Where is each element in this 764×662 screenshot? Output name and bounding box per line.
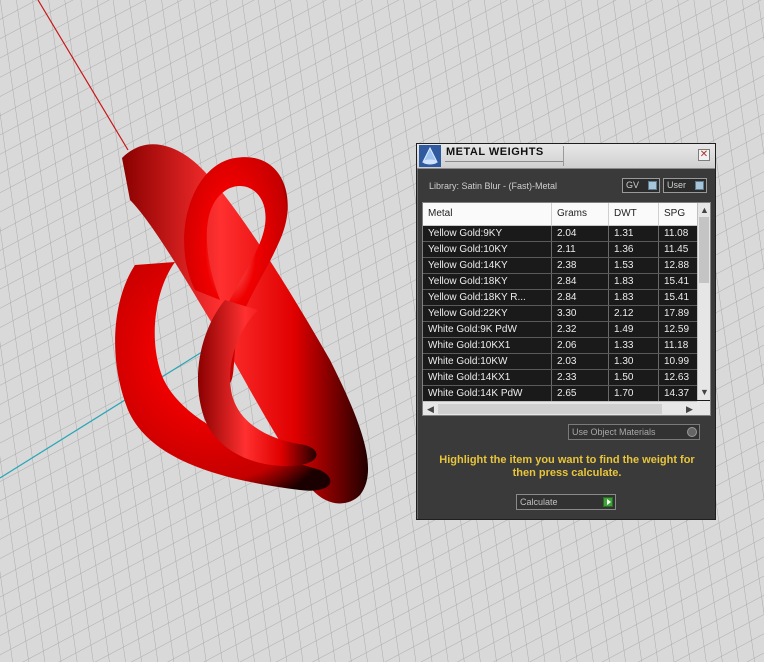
metal-weights-app-icon bbox=[419, 145, 441, 167]
play-arrow-icon bbox=[603, 497, 613, 507]
table-header: Metal Grams DWT SPG bbox=[423, 203, 697, 226]
calculate-button[interactable]: Calculate bbox=[516, 494, 616, 510]
grams-cell: 2.32 bbox=[552, 322, 609, 337]
table-row[interactable]: White Gold:14K PdW 2.65 1.70 14.37 bbox=[423, 386, 697, 402]
chevron-up-icon[interactable]: ▲ bbox=[698, 204, 710, 216]
metal-cell: Yellow Gold:18KY bbox=[423, 274, 552, 289]
grams-cell: 2.65 bbox=[552, 386, 609, 401]
table-row[interactable]: White Gold:10KX1 2.06 1.33 11.18 bbox=[423, 338, 697, 354]
horizontal-scrollbar[interactable]: ◀ ▶ bbox=[423, 401, 697, 415]
instruction-text: Highlight the item you want to find the … bbox=[439, 454, 695, 479]
close-icon[interactable]: ✕ bbox=[698, 149, 710, 161]
table-row[interactable]: White Gold:14KX1 2.33 1.50 12.63 bbox=[423, 370, 697, 386]
table-row[interactable]: White Gold:9K PdW 2.32 1.49 12.59 bbox=[423, 322, 697, 338]
vertical-scrollbar[interactable]: ▲ ▼ bbox=[697, 203, 710, 400]
table-row[interactable]: Yellow Gold:18KY R... 2.84 1.83 15.41 bbox=[423, 290, 697, 306]
grams-cell: 2.04 bbox=[552, 226, 609, 241]
metal-cell: Yellow Gold:18KY R... bbox=[423, 290, 552, 305]
spg-cell: 11.08 bbox=[664, 228, 689, 239]
metal-cell: White Gold:10KX1 bbox=[423, 338, 552, 353]
dialog-title: METAL WEIGHTS bbox=[446, 146, 544, 158]
metal-cell: White Gold:14K PdW bbox=[423, 386, 552, 401]
metal-cell: Yellow Gold:22KY bbox=[423, 306, 552, 321]
gv-toggle-label: GV bbox=[626, 180, 640, 190]
spg-cell: 12.63 bbox=[664, 372, 690, 383]
user-toggle[interactable]: User bbox=[663, 178, 707, 193]
column-header-spg[interactable]: SPG bbox=[659, 203, 699, 225]
spg-cell: 11.18 bbox=[664, 340, 689, 351]
metal-cell: White Gold:9K PdW bbox=[423, 322, 552, 337]
calculate-label: Calculate bbox=[520, 497, 558, 507]
table-row[interactable]: White Gold:10KW 2.03 1.30 10.99 bbox=[423, 354, 697, 370]
gv-toggle[interactable]: GV bbox=[622, 178, 660, 193]
title-divider bbox=[563, 146, 564, 166]
grams-cell: 2.33 bbox=[552, 370, 609, 385]
spg-cell: 17.89 bbox=[664, 308, 690, 319]
column-header-dwt[interactable]: DWT bbox=[609, 203, 659, 225]
toggle-indicator-icon bbox=[648, 181, 657, 190]
use-object-materials-option[interactable]: Use Object Materials bbox=[568, 424, 700, 440]
dwt-cell: 1.50 bbox=[609, 370, 659, 385]
chevron-left-icon[interactable]: ◀ bbox=[424, 403, 437, 415]
library-label: Library: Satin Blur - (Fast)-Metal bbox=[429, 181, 558, 191]
grams-cell: 2.84 bbox=[552, 290, 609, 305]
dwt-cell: 2.12 bbox=[609, 306, 659, 321]
table-row[interactable]: Yellow Gold:18KY 2.84 1.83 15.41 bbox=[423, 274, 697, 290]
dwt-cell: 1.30 bbox=[609, 354, 659, 369]
metal-cell: Yellow Gold:9KY bbox=[423, 226, 552, 241]
chevron-right-icon[interactable]: ▶ bbox=[683, 403, 696, 415]
chevron-down-icon[interactable]: ▼ bbox=[698, 386, 710, 398]
scroll-corner bbox=[697, 401, 710, 415]
metal-cell: Yellow Gold:10KY bbox=[423, 242, 552, 257]
dwt-cell: 1.33 bbox=[609, 338, 659, 353]
spg-cell: 14.37 bbox=[664, 388, 690, 399]
spg-cell: 15.41 bbox=[664, 276, 690, 287]
grams-cell: 2.84 bbox=[552, 274, 609, 289]
use-object-materials-label: Use Object Materials bbox=[572, 427, 656, 437]
user-toggle-label: User bbox=[667, 180, 687, 190]
spg-cell: 10.99 bbox=[664, 356, 690, 367]
metal-weights-dialog: METAL WEIGHTS ✕ Library: Satin Blur - (F… bbox=[416, 143, 716, 520]
table-row[interactable]: Yellow Gold:10KY 2.11 1.36 11.45 bbox=[423, 242, 697, 258]
dwt-cell: 1.83 bbox=[609, 274, 659, 289]
grams-cell: 2.03 bbox=[552, 354, 609, 369]
grams-cell: 3.30 bbox=[552, 306, 609, 321]
table-row[interactable]: Yellow Gold:22KY 3.30 2.12 17.89 bbox=[423, 306, 697, 322]
horizontal-scroll-thumb[interactable] bbox=[438, 404, 662, 414]
dwt-cell: 1.83 bbox=[609, 290, 659, 305]
dwt-cell: 1.31 bbox=[609, 226, 659, 241]
dwt-cell: 1.53 bbox=[609, 258, 659, 273]
vertical-scroll-thumb[interactable] bbox=[699, 217, 709, 283]
dwt-cell: 1.70 bbox=[609, 386, 659, 401]
metal-cell: Yellow Gold:14KY bbox=[423, 258, 552, 273]
title-underline bbox=[445, 161, 563, 162]
metal-cell: White Gold:10KW bbox=[423, 354, 552, 369]
column-header-grams[interactable]: Grams bbox=[552, 203, 609, 225]
table-row[interactable]: Yellow Gold:14KY 2.38 1.53 12.88 bbox=[423, 258, 697, 274]
metal-cell: White Gold:14KX1 bbox=[423, 370, 552, 385]
spg-cell: 12.59 bbox=[664, 324, 690, 335]
radio-icon bbox=[687, 427, 697, 437]
grams-cell: 2.38 bbox=[552, 258, 609, 273]
dwt-cell: 1.36 bbox=[609, 242, 659, 257]
table-row[interactable]: Yellow Gold:9KY 2.04 1.31 11.08 bbox=[423, 226, 697, 242]
spg-cell: 11.45 bbox=[664, 244, 689, 255]
column-header-metal[interactable]: Metal bbox=[423, 203, 552, 225]
grams-cell: 2.11 bbox=[552, 242, 609, 257]
dwt-cell: 1.49 bbox=[609, 322, 659, 337]
grams-cell: 2.06 bbox=[552, 338, 609, 353]
metal-table[interactable]: Metal Grams DWT SPG Yellow Gold:9KY 2.04 1… bbox=[422, 202, 711, 416]
toggle-indicator-icon bbox=[695, 181, 704, 190]
dialog-titlebar[interactable]: METAL WEIGHTS ✕ bbox=[417, 144, 715, 169]
spg-cell: 15.41 bbox=[664, 292, 690, 303]
spg-cell: 12.88 bbox=[664, 260, 690, 271]
table-body: Yellow Gold:9KY 2.04 1.31 11.08 Yellow Gold:… bbox=[423, 226, 697, 402]
